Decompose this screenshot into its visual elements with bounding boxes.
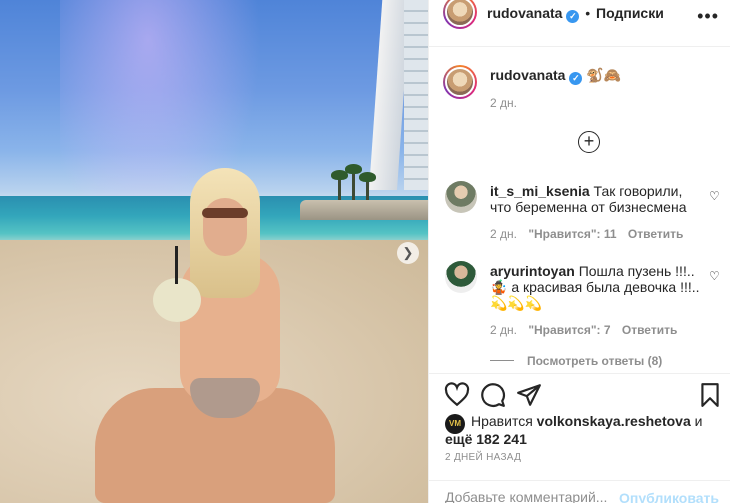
straw xyxy=(175,246,178,284)
heart-icon[interactable]: ♡ xyxy=(709,189,721,203)
follow-button[interactable]: Подписки xyxy=(596,5,664,21)
reply-button[interactable]: Ответить xyxy=(628,227,683,241)
reply-button[interactable]: Ответить xyxy=(622,323,677,337)
woman-figure xyxy=(95,168,335,503)
comment-likes[interactable]: "Нравится": 11 xyxy=(528,227,616,241)
post-header: rudovanata ✓ • Подписки ••• xyxy=(429,0,730,47)
heart-icon[interactable] xyxy=(444,382,470,408)
caption-username[interactable]: rudovanata xyxy=(490,67,565,83)
comment-meta: 2 дн. "Нравится": 7 Ответить xyxy=(490,323,677,337)
caption-text: rudovanata ✓ 🐒🙈 xyxy=(490,67,621,85)
bookmark-icon[interactable] xyxy=(697,382,723,408)
post-photo[interactable]: ❯ xyxy=(0,0,428,503)
verified-badge-icon: ✓ xyxy=(566,10,580,23)
chevron-right-icon[interactable]: ❯ xyxy=(397,242,419,264)
sunglasses xyxy=(202,208,248,218)
follow-separator: • xyxy=(585,5,591,21)
publish-button[interactable]: Опубликовать xyxy=(619,490,719,503)
more-options-icon[interactable]: ••• xyxy=(697,6,719,27)
comment-meta: 2 дн. "Нравится": 11 Ответить xyxy=(490,227,683,241)
post-actions: VM Нравится volkonskaya.reshetova и ещё … xyxy=(429,373,730,503)
palm-tree xyxy=(345,164,362,200)
comment-text: aryurintoyan Пошла пузень !!!.. 🤹 а крас… xyxy=(490,263,705,311)
author-avatar[interactable] xyxy=(443,0,477,29)
comment-body-line-2: 🤹 а красивая была девочка !!!.. xyxy=(490,279,700,295)
heart-icon[interactable]: ♡ xyxy=(709,269,721,283)
coconut xyxy=(153,278,201,322)
author-avatar[interactable] xyxy=(443,65,477,99)
comment-icon[interactable] xyxy=(480,382,506,408)
comment-time: 2 дн. xyxy=(490,323,517,337)
commenter-avatar[interactable] xyxy=(445,261,477,293)
face xyxy=(203,198,247,256)
liker-username[interactable]: volkonskaya.reshetova xyxy=(537,413,691,429)
likes-middle: и xyxy=(690,413,703,429)
likes-count-line: ещё 182 241 xyxy=(429,430,720,448)
header-title: rudovanata ✓ • Подписки xyxy=(487,5,664,23)
comment-input[interactable] xyxy=(445,489,615,503)
likes-text: Нравится volkonskaya.reshetova и xyxy=(445,412,720,430)
comments-list[interactable]: rudovanata ✓ 🐒🙈 2 дн. + it_s_mi_ksenia Т… xyxy=(429,47,730,373)
comment-text: it_s_mi_ksenia Так говорили, что беремен… xyxy=(490,183,705,215)
commenter-avatar[interactable] xyxy=(445,181,477,213)
caption-emoji: 🐒🙈 xyxy=(586,67,622,83)
share-icon[interactable] xyxy=(516,382,542,408)
replies-divider xyxy=(490,360,514,361)
palm-tree xyxy=(359,172,376,200)
plus-circle-icon[interactable]: + xyxy=(578,131,600,153)
author-username[interactable]: rudovanata xyxy=(487,5,562,21)
post-sidebar: rudovanata ✓ • Подписки ••• rudovanata ✓… xyxy=(428,0,730,503)
verified-badge-icon: ✓ xyxy=(569,72,583,85)
comment-username[interactable]: aryurintoyan xyxy=(490,263,575,279)
likes-prefix: Нравится xyxy=(471,413,537,429)
comment-likes[interactable]: "Нравится": 7 xyxy=(528,323,610,337)
palm-tree xyxy=(331,170,348,200)
comment-time: 2 дн. xyxy=(490,227,517,241)
add-comment-bar: Опубликовать xyxy=(429,480,730,503)
comment-body-line-1: Пошла пузень !!!.. xyxy=(578,263,695,279)
hotel-tower-facade xyxy=(404,0,428,190)
comment-username[interactable]: it_s_mi_ksenia xyxy=(490,183,590,199)
liker-avatar[interactable]: VM xyxy=(445,414,465,434)
caption-time: 2 дн. xyxy=(490,96,517,110)
post-date[interactable]: 2 ДНЕЙ НАЗАД xyxy=(445,452,521,463)
comment-body-line-3: 💫💫💫 xyxy=(490,295,543,311)
likes-summary: VM Нравится volkonskaya.reshetova и ещё … xyxy=(445,412,720,448)
view-replies-button[interactable]: Посмотреть ответы (8) xyxy=(527,354,662,368)
